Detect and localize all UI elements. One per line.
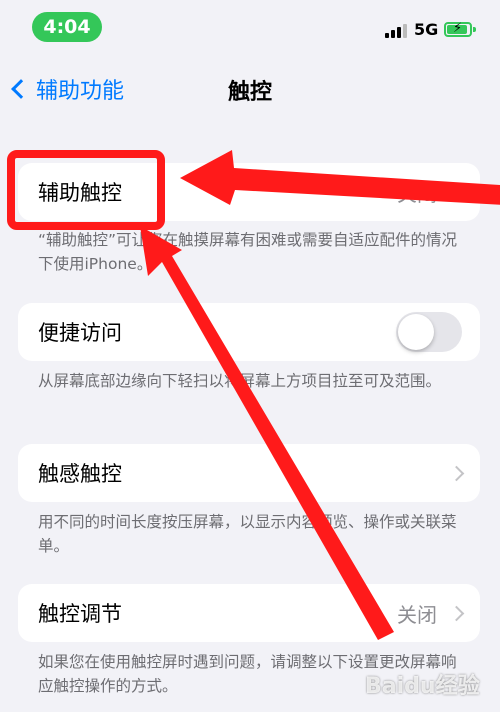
- row-haptic-touch[interactable]: 触感触控: [18, 444, 480, 502]
- status-time: 4:04: [32, 12, 102, 42]
- row-touch-accommodations[interactable]: 触控调节 关闭: [18, 584, 480, 642]
- page-title: 触控: [227, 80, 272, 105]
- chevron-right-icon: [448, 605, 465, 621]
- row-label: 触控调节: [38, 602, 122, 626]
- status-bar: 4:04 5G ⚡: [0, 0, 500, 56]
- row-value: 关闭: [397, 181, 437, 206]
- cellular-signal-icon: [385, 24, 409, 38]
- annotation-highlight-box: [7, 150, 165, 230]
- watermark: Baidu经验: [365, 674, 480, 699]
- row-label: 便捷访问: [38, 321, 122, 345]
- chevron-right-icon: [448, 465, 465, 481]
- network-type: 5G: [414, 20, 439, 39]
- chevron-right-icon: [448, 184, 465, 200]
- row-label: 触感触控: [38, 462, 122, 486]
- annotation-arrow-diagonal: [140, 226, 394, 640]
- row-reachability[interactable]: 便捷访问: [18, 303, 480, 361]
- footnote-reachability: 从屏幕底部边缘向下轻扫以将屏幕上方项目拉至可及范围。: [38, 372, 442, 390]
- footnote-assistive-touch: “辅助触控”可让您在触摸屏幕有困难或需要自适应配件的情况下使用iPhone。: [38, 231, 458, 273]
- row-value: 关闭: [397, 602, 437, 627]
- battery-charging-icon: ⚡: [444, 21, 476, 37]
- reachability-toggle[interactable]: [396, 312, 462, 352]
- footnote-haptic-touch: 用不同的时间长度按压屏幕，以显示内容预览、操作或关联菜单。: [38, 513, 457, 555]
